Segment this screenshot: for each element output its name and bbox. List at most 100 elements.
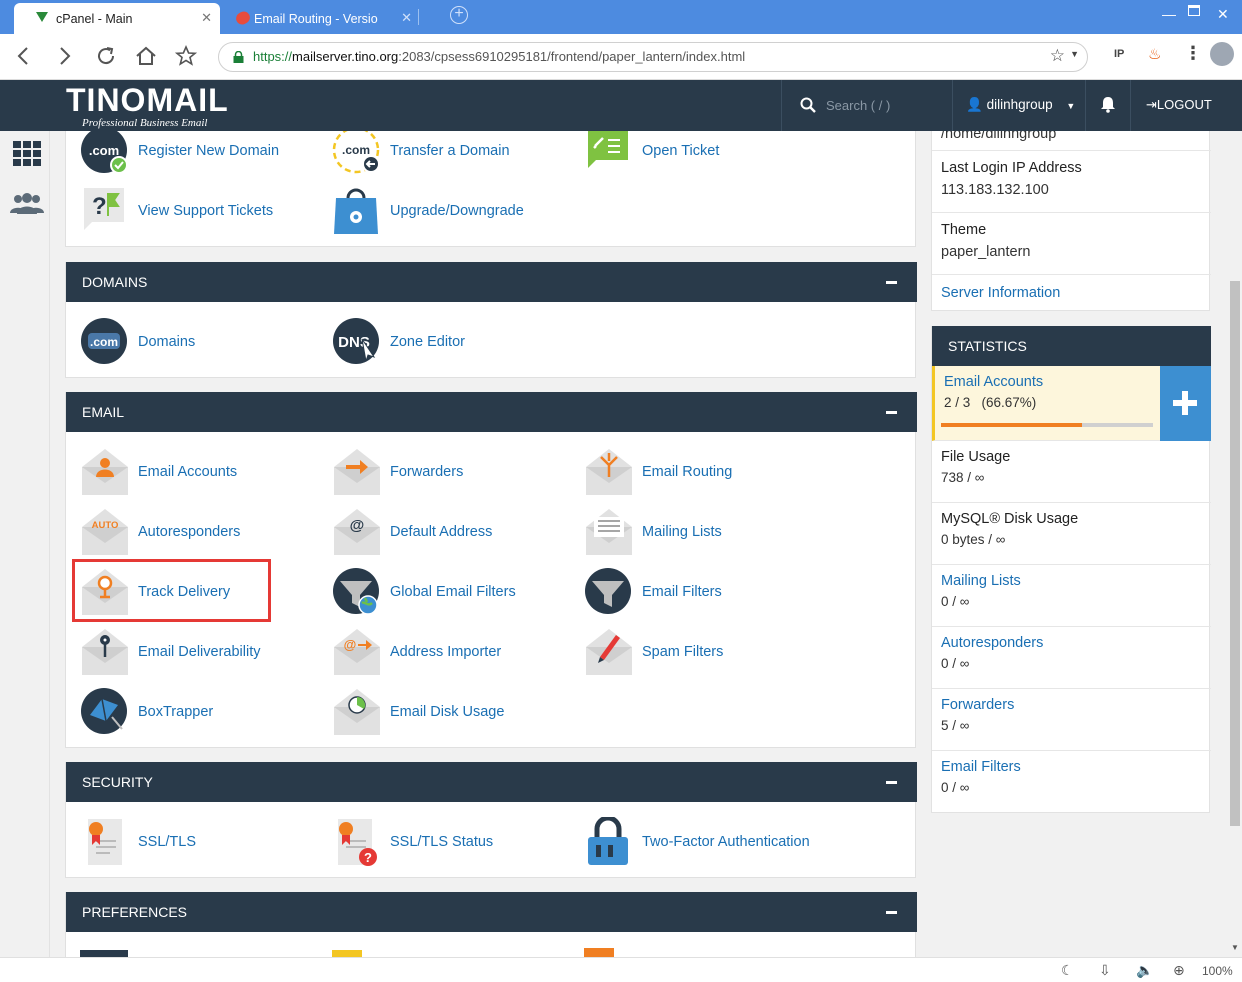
stat-forwarders[interactable]: Forwarders 5 / ∞	[932, 689, 1211, 751]
global-email-filters[interactable]: Global Email Filters	[332, 566, 516, 618]
page-scrollbar[interactable]: ▼	[1228, 131, 1242, 957]
email-disk-usage[interactable]: Email Disk Usage	[332, 686, 504, 738]
mailing-lists[interactable]: Mailing Lists	[584, 506, 722, 558]
collapse-icon[interactable]	[886, 781, 897, 784]
two-factor-authentication[interactable]: Two-Factor Authentication	[584, 815, 810, 868]
email-filters-icon	[584, 567, 634, 617]
deliverability-icon	[80, 627, 130, 677]
email-deliverability[interactable]: Email Deliverability	[80, 626, 260, 678]
stat-email-filters[interactable]: Email Filters 0 / ∞	[932, 751, 1211, 813]
theme: Theme paper_lantern	[932, 213, 1211, 275]
url-text: https://mailserver.tino.org:2083/cpsess6…	[253, 49, 746, 64]
email-accounts[interactable]: Email Accounts	[80, 446, 237, 498]
cpanel-header: TINOMAIL Professional Business Email 👤 d…	[0, 80, 1242, 131]
item-label: Forwarders	[390, 464, 464, 480]
item-label: BoxTrapper	[138, 704, 214, 720]
close-tab-icon[interactable]: ✕	[201, 11, 212, 25]
user-menu[interactable]: 👤 dilinhgroup ▼	[966, 97, 1075, 113]
boxtrapper[interactable]: BoxTrapper	[80, 686, 213, 738]
open-ticket-icon	[584, 131, 634, 176]
scrollbar-thumb[interactable]	[1230, 281, 1240, 826]
autoresponders[interactable]: AUTO Autoresponders	[80, 506, 240, 558]
open-ticket[interactable]: Open Ticket	[584, 131, 719, 177]
menu-dots-icon[interactable]: ⋮	[1184, 43, 1202, 64]
section-header[interactable]: DOMAINS	[66, 262, 917, 302]
flame-extension-icon[interactable]: ♨	[1148, 45, 1161, 63]
notifications-button[interactable]	[1085, 80, 1131, 131]
bookmark-star-icon[interactable]	[174, 44, 198, 68]
item-label: Open Ticket	[642, 143, 720, 159]
users-icon[interactable]	[9, 193, 45, 215]
account-info: /home/dilinhgroup Last Login IP Address …	[931, 131, 1211, 311]
item-label: View Support Tickets	[138, 203, 274, 219]
collapse-icon[interactable]	[886, 911, 897, 914]
collapse-icon[interactable]	[886, 411, 897, 414]
item-label: Zone Editor	[390, 334, 465, 350]
usage-progress-bar	[941, 423, 1153, 427]
last-login: Last Login IP Address 113.183.132.100	[932, 151, 1211, 213]
ssl-status-icon: ?	[332, 817, 382, 867]
preferences-icon-peek	[332, 950, 362, 957]
chevron-down-icon[interactable]: ▼	[1070, 49, 1079, 59]
ssl-tls-status[interactable]: ? SSL/TLS Status	[332, 816, 493, 868]
boxtrapper-icon	[80, 687, 130, 737]
back-icon[interactable]	[12, 44, 36, 68]
svg-text:?: ?	[364, 850, 372, 865]
stat-autoresponders[interactable]: Autoresponders 0 / ∞	[932, 627, 1211, 689]
address-importer[interactable]: @ Address Importer	[332, 626, 501, 678]
tinomail-logo[interactable]: TINOMAIL Professional Business Email	[66, 83, 229, 129]
home-icon[interactable]	[134, 44, 158, 68]
tab-cpanel-main[interactable]: cPanel - Main ✕	[14, 3, 220, 34]
section-header[interactable]: EMAIL	[66, 392, 917, 432]
stat-mailing-lists[interactable]: Mailing Lists 0 / ∞	[932, 565, 1211, 627]
register-new-domain[interactable]: .com Register New Domain	[80, 131, 279, 177]
upgrade-downgrade[interactable]: Upgrade/Downgrade	[332, 185, 524, 237]
register-domain-icon: .com	[80, 131, 130, 176]
domains[interactable]: .com Domains	[80, 316, 195, 368]
default-address[interactable]: @ Default Address	[332, 506, 492, 558]
section-header[interactable]: PREFERENCES	[66, 892, 917, 932]
tab-email-routing[interactable]: Email Routing - Version 76 ✕	[230, 3, 420, 34]
scroll-down-arrow-icon[interactable]: ▼	[1231, 943, 1239, 952]
item-label: Register New Domain	[138, 143, 280, 159]
view-support-tickets[interactable]: ? View Support Tickets	[80, 185, 273, 237]
tab-title: cPanel - Main	[56, 11, 133, 26]
forward-icon[interactable]	[52, 44, 76, 68]
search-icon	[800, 97, 816, 113]
search-input[interactable]	[826, 95, 946, 115]
tab-separator	[418, 9, 419, 25]
forwarders[interactable]: Forwarders	[332, 446, 463, 498]
domains-section: DOMAINS .com Domains DNS Zone Editor	[65, 262, 917, 378]
add-email-account-button[interactable]	[1160, 366, 1211, 441]
download-icon[interactable]: ⇩	[1099, 962, 1111, 979]
night-mode-icon[interactable]: ☾	[1061, 962, 1074, 979]
close-tab-icon[interactable]: ✕	[401, 11, 412, 25]
zoom-icon[interactable]: ⊕	[1173, 962, 1185, 979]
close-window-icon[interactable]: ✕	[1217, 6, 1229, 22]
ip-extension-icon[interactable]: IP	[1114, 48, 1124, 60]
logout-button[interactable]: ⇥LOGOUT	[1146, 97, 1212, 113]
server-information-link[interactable]: Server Information	[932, 275, 1211, 311]
spam-filters[interactable]: Spam Filters	[584, 626, 723, 678]
grid-icon[interactable]	[13, 141, 41, 167]
reload-icon[interactable]	[94, 44, 118, 68]
collapse-icon[interactable]	[886, 281, 897, 284]
bookmark-page-icon[interactable]: ☆	[1050, 46, 1065, 66]
profile-avatar-icon[interactable]	[1210, 42, 1234, 66]
new-tab-icon[interactable]: +	[450, 6, 468, 24]
transfer-a-domain[interactable]: .com Transfer a Domain	[332, 131, 510, 177]
item-label: Two-Factor Authentication	[642, 834, 810, 850]
email-filters[interactable]: Email Filters	[584, 566, 722, 618]
address-bar[interactable]: https://mailserver.tino.org:2083/cpsess6…	[218, 42, 1088, 72]
volume-icon[interactable]: 🔈	[1136, 962, 1153, 979]
chevron-down-icon: ▼	[1066, 101, 1076, 111]
stat-email-accounts[interactable]: Email Accounts 2 / 3 (66.67%)	[932, 366, 1211, 441]
item-label: Email Accounts	[138, 464, 238, 480]
zone-editor[interactable]: DNS Zone Editor	[332, 316, 465, 368]
minimize-icon[interactable]: —	[1162, 6, 1176, 22]
item-label: SSL/TLS Status	[390, 834, 494, 850]
email-routing[interactable]: Email Routing	[584, 446, 732, 498]
ssl-tls[interactable]: SSL/TLS	[80, 816, 196, 868]
maximize-icon[interactable]	[1188, 5, 1200, 16]
section-header[interactable]: SECURITY	[66, 762, 917, 802]
